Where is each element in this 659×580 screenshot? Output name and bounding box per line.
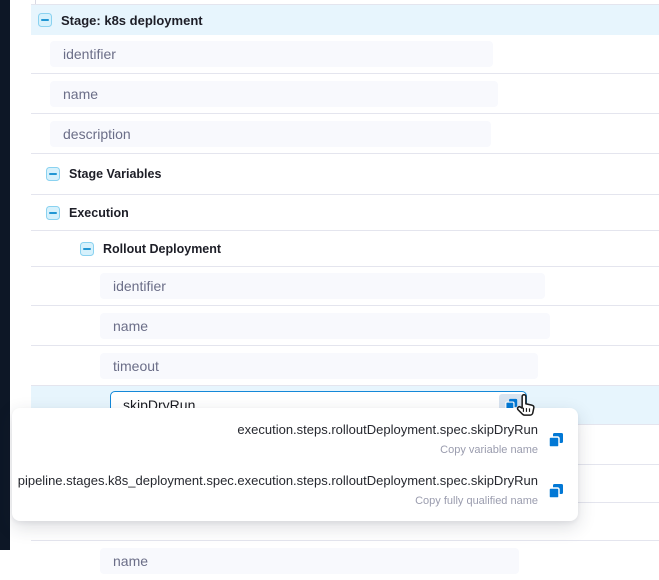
variable-value-pill[interactable]: name bbox=[100, 548, 519, 574]
variable-name-label: description bbox=[63, 126, 131, 142]
tree-row-step-timeout: timeout bbox=[31, 346, 659, 386]
section-label: Rollout Deployment bbox=[103, 242, 221, 256]
collapse-icon[interactable] bbox=[46, 167, 60, 181]
variable-value-pill[interactable]: identifier bbox=[100, 273, 545, 299]
tree-row-bottom-name: name bbox=[31, 541, 659, 580]
collapse-icon[interactable] bbox=[46, 206, 60, 220]
variable-value-pill[interactable]: name bbox=[50, 81, 498, 107]
section-label: Stage Variables bbox=[69, 167, 161, 181]
app-nav-strip bbox=[0, 0, 10, 550]
variable-value-pill[interactable]: name bbox=[100, 313, 550, 339]
collapse-icon[interactable] bbox=[80, 242, 94, 256]
variable-fqn-expression: pipeline.stages.k8s_deployment.spec.exec… bbox=[18, 473, 538, 489]
variable-name-label: identifier bbox=[63, 46, 116, 62]
collapse-icon[interactable] bbox=[38, 13, 52, 27]
tree-row-execution[interactable]: Execution bbox=[31, 195, 659, 231]
variable-name-label: identifier bbox=[113, 278, 166, 294]
copy-icon[interactable] bbox=[548, 483, 564, 499]
tree-row-stage-variables[interactable]: Stage Variables bbox=[31, 154, 659, 195]
copy-variable-caption: Copy variable name bbox=[237, 444, 538, 457]
copy-variable-popover: execution.steps.rolloutDeployment.spec.s… bbox=[12, 408, 578, 521]
variable-value-pill[interactable]: identifier bbox=[50, 41, 493, 67]
section-label: Execution bbox=[69, 206, 129, 220]
tree-row-rollout-deployment[interactable]: Rollout Deployment bbox=[31, 231, 659, 267]
tree-row-identifier: identifier bbox=[31, 35, 659, 74]
tree-row-step-identifier: identifier bbox=[31, 267, 659, 306]
tree-row-name: name bbox=[31, 74, 659, 114]
variable-value-pill[interactable]: description bbox=[50, 121, 491, 147]
copy-fqn-caption: Copy fully qualified name bbox=[18, 495, 538, 508]
tree-row-step-name: name bbox=[31, 306, 659, 346]
variable-name-label: name bbox=[63, 86, 98, 102]
tree-row-stage[interactable]: Stage: k8s deployment bbox=[31, 5, 659, 35]
variable-name-label: name bbox=[113, 318, 148, 334]
variable-value-pill[interactable]: timeout bbox=[100, 353, 538, 379]
copy-fqn-item[interactable]: pipeline.stages.k8s_deployment.spec.exec… bbox=[28, 473, 564, 508]
tree-row-description: description bbox=[31, 114, 659, 154]
copy-variable-name-item[interactable]: execution.steps.rolloutDeployment.spec.s… bbox=[28, 422, 564, 457]
variable-name-label: timeout bbox=[113, 358, 159, 374]
copy-icon[interactable] bbox=[548, 432, 564, 448]
variable-expression: execution.steps.rolloutDeployment.spec.s… bbox=[237, 422, 538, 438]
stage-row-label: Stage: k8s deployment bbox=[61, 13, 203, 28]
variable-name-label: name bbox=[113, 553, 148, 569]
